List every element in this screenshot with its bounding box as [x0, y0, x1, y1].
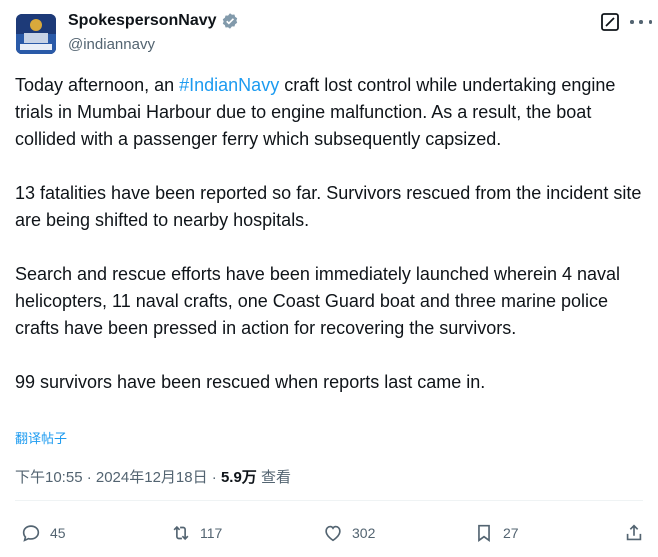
hashtag-link[interactable]: #IndianNavy: [179, 75, 279, 95]
tweet-text-segment: Today afternoon, an: [15, 75, 180, 95]
tweet-paragraph-2: 13 fatalities have been reported so far.…: [15, 183, 642, 230]
bookmark-button[interactable]: 27: [473, 517, 519, 549]
repost-button[interactable]: 117: [170, 517, 222, 549]
repost-icon: [173, 525, 189, 541]
views-count: 5.9万: [220, 469, 257, 486]
meta-separator: ·: [207, 469, 221, 486]
repost-count: 117: [200, 525, 223, 541]
divider: [15, 500, 643, 501]
grok-icon[interactable]: [600, 12, 620, 32]
timestamp-link[interactable]: 下午10:55 · 2024年12月18日: [15, 469, 208, 486]
reply-icon: [22, 525, 40, 542]
like-count: 302: [352, 525, 376, 541]
reply-count: 45: [50, 525, 66, 541]
share-button[interactable]: [623, 517, 645, 549]
tweet-paragraph-3: Search and rescue efforts have been imme…: [15, 264, 621, 338]
translate-post-link[interactable]: 翻译帖子: [15, 428, 67, 447]
views-label: 查看: [256, 469, 291, 486]
author-handle[interactable]: @indiannavy: [68, 36, 155, 53]
verified-badge-icon[interactable]: [221, 12, 239, 30]
avatar[interactable]: [16, 14, 56, 54]
tweet-paragraph-1: Today afternoon, an #IndianNavy craft lo…: [15, 72, 645, 153]
like-icon: [325, 525, 341, 542]
tweet-meta: 下午10:55 · 2024年12月18日 · 5.9万 查看: [15, 466, 291, 487]
more-icon[interactable]: [630, 14, 652, 30]
tweet-text: Today afternoon, an #IndianNavy craft lo…: [15, 72, 645, 396]
bookmark-icon: [478, 524, 490, 542]
reply-button[interactable]: 45: [20, 517, 66, 549]
author-name-row[interactable]: SpokespersonNavy: [68, 12, 239, 30]
share-icon: [626, 524, 642, 541]
bookmark-count: 27: [503, 525, 519, 541]
action-bar: 45 117 302 27: [0, 517, 658, 549]
like-button[interactable]: 302: [322, 517, 375, 549]
tweet-paragraph-4: 99 survivors have been rescued when repo…: [15, 372, 486, 392]
author-display-name[interactable]: SpokespersonNavy: [68, 12, 217, 30]
